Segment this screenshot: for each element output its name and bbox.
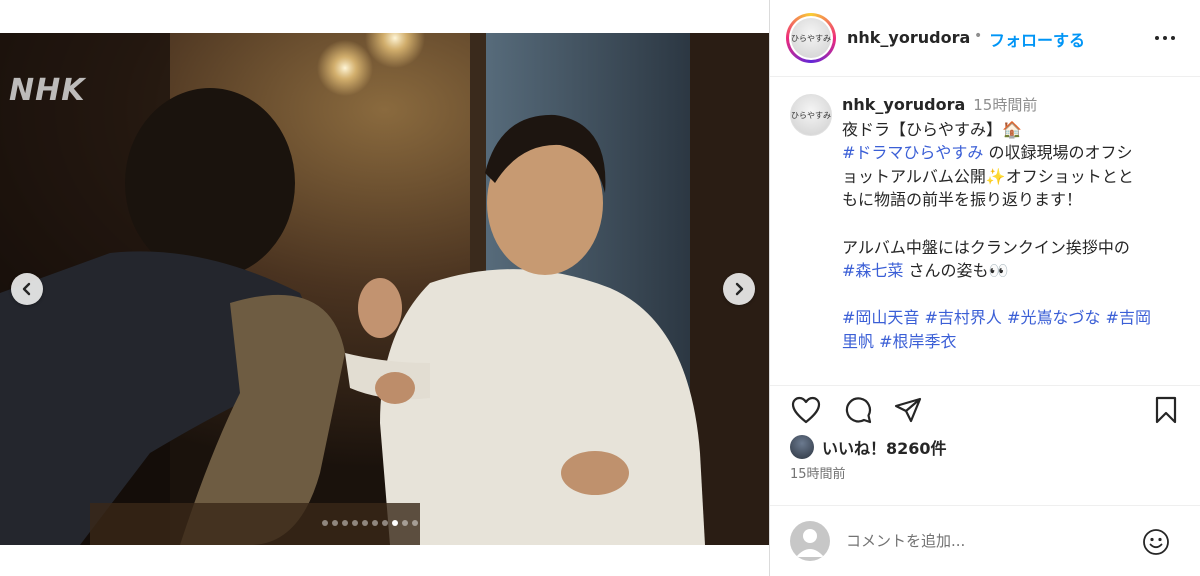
carousel-dot [352,520,358,526]
follow-button[interactable]: フォローする [989,27,1085,51]
likes-count[interactable]: いいね！8260件 [822,435,947,459]
more-options-button[interactable] [1151,26,1179,50]
share-button[interactable] [892,394,924,426]
post-side-panel: ひらやすみ nhk_yorudora • フォローする ひらやすみ nhk_yo… [770,0,1200,576]
avatar-image: ひらやすみ [791,18,831,58]
hashtag-link[interactable]: #吉岡 [1106,308,1151,327]
media-panel: NHK [0,0,769,576]
carousel-dot [342,520,348,526]
comment-input[interactable] [846,528,1136,554]
post-timestamp: 15時間前 [790,467,846,482]
carousel-next-button[interactable] [723,273,755,305]
hashtag-link[interactable]: #吉村界人 [925,308,1002,327]
carousel-prev-button[interactable] [11,273,43,305]
caption-timestamp: 15時間前 [973,96,1038,114]
hashtag-link[interactable]: 里帆 [842,332,874,351]
save-button[interactable] [1150,394,1182,426]
carousel-dot [322,520,328,526]
bookmark-icon [1155,396,1177,424]
likes-row[interactable]: いいね！8260件 [790,434,947,460]
carousel-dot [372,520,378,526]
carousel-dot [392,520,398,526]
carousel-indicator [322,520,418,526]
post-caption: nhk_yorudora 15時間前 夜ドラ【ひらやすみ】🏠 #ドラマひらやすみ … [842,93,1192,354]
hashtag-link[interactable]: #ドラマひらやすみ [842,143,983,162]
caption-username[interactable]: nhk_yorudora [842,95,965,114]
send-icon [894,397,922,423]
more-horizontal-icon [1155,36,1175,40]
post-photo[interactable]: NHK [0,33,769,545]
carousel-dot [332,520,338,526]
caption-line: アルバム中盤にはクランクイン挨拶中の [842,237,1130,257]
instagram-post-modal: NHK ひらやすみ nhk_yorudora • フォローする ひらやすみ nh… [0,0,1200,576]
emoji-icon [1143,529,1169,555]
caption-line: もに物語の前半を振り返ります！ [842,190,1083,210]
like-button[interactable] [790,394,822,426]
carousel-dot [382,520,388,526]
header-separator: • [974,28,983,44]
hashtag-link[interactable]: #根岸季衣 [879,332,956,351]
post-header: ひらやすみ nhk_yorudora • フォローする [770,0,1200,77]
emoji-button[interactable] [1140,526,1172,558]
hashtag-link[interactable]: #森七菜 [842,261,903,280]
caption-text: の収録現場のオフシ [983,143,1133,163]
chevron-right-icon [735,282,744,296]
carousel-dot [402,520,408,526]
comment-button[interactable] [842,394,874,426]
comment-icon [845,397,872,424]
photo-scene [0,33,769,545]
caption-line: 夜ドラ【ひらやすみ】🏠 [842,119,1022,139]
comment-bar [770,505,1200,576]
profile-avatar[interactable]: ひらやすみ [786,13,836,63]
hashtag-link[interactable]: #岡山天音 [842,308,919,327]
caption-text: さんの姿も👀 [903,261,1009,281]
nhk-watermark: NHK [9,73,86,108]
hashtag-link[interactable]: #光嶌なづな [1007,308,1100,327]
viewer-avatar [790,521,830,561]
carousel-dot [362,520,368,526]
liker-avatar [790,435,814,459]
caption-avatar[interactable]: ひらやすみ [790,94,832,136]
header-username[interactable]: nhk_yorudora [847,28,970,47]
action-bar [770,385,1200,429]
caption-line: ョットアルバム公開✨オフショットとと [842,166,1134,186]
carousel-dot [412,520,418,526]
chevron-left-icon [22,282,31,296]
default-user-icon [796,529,824,557]
heart-icon [791,396,821,424]
